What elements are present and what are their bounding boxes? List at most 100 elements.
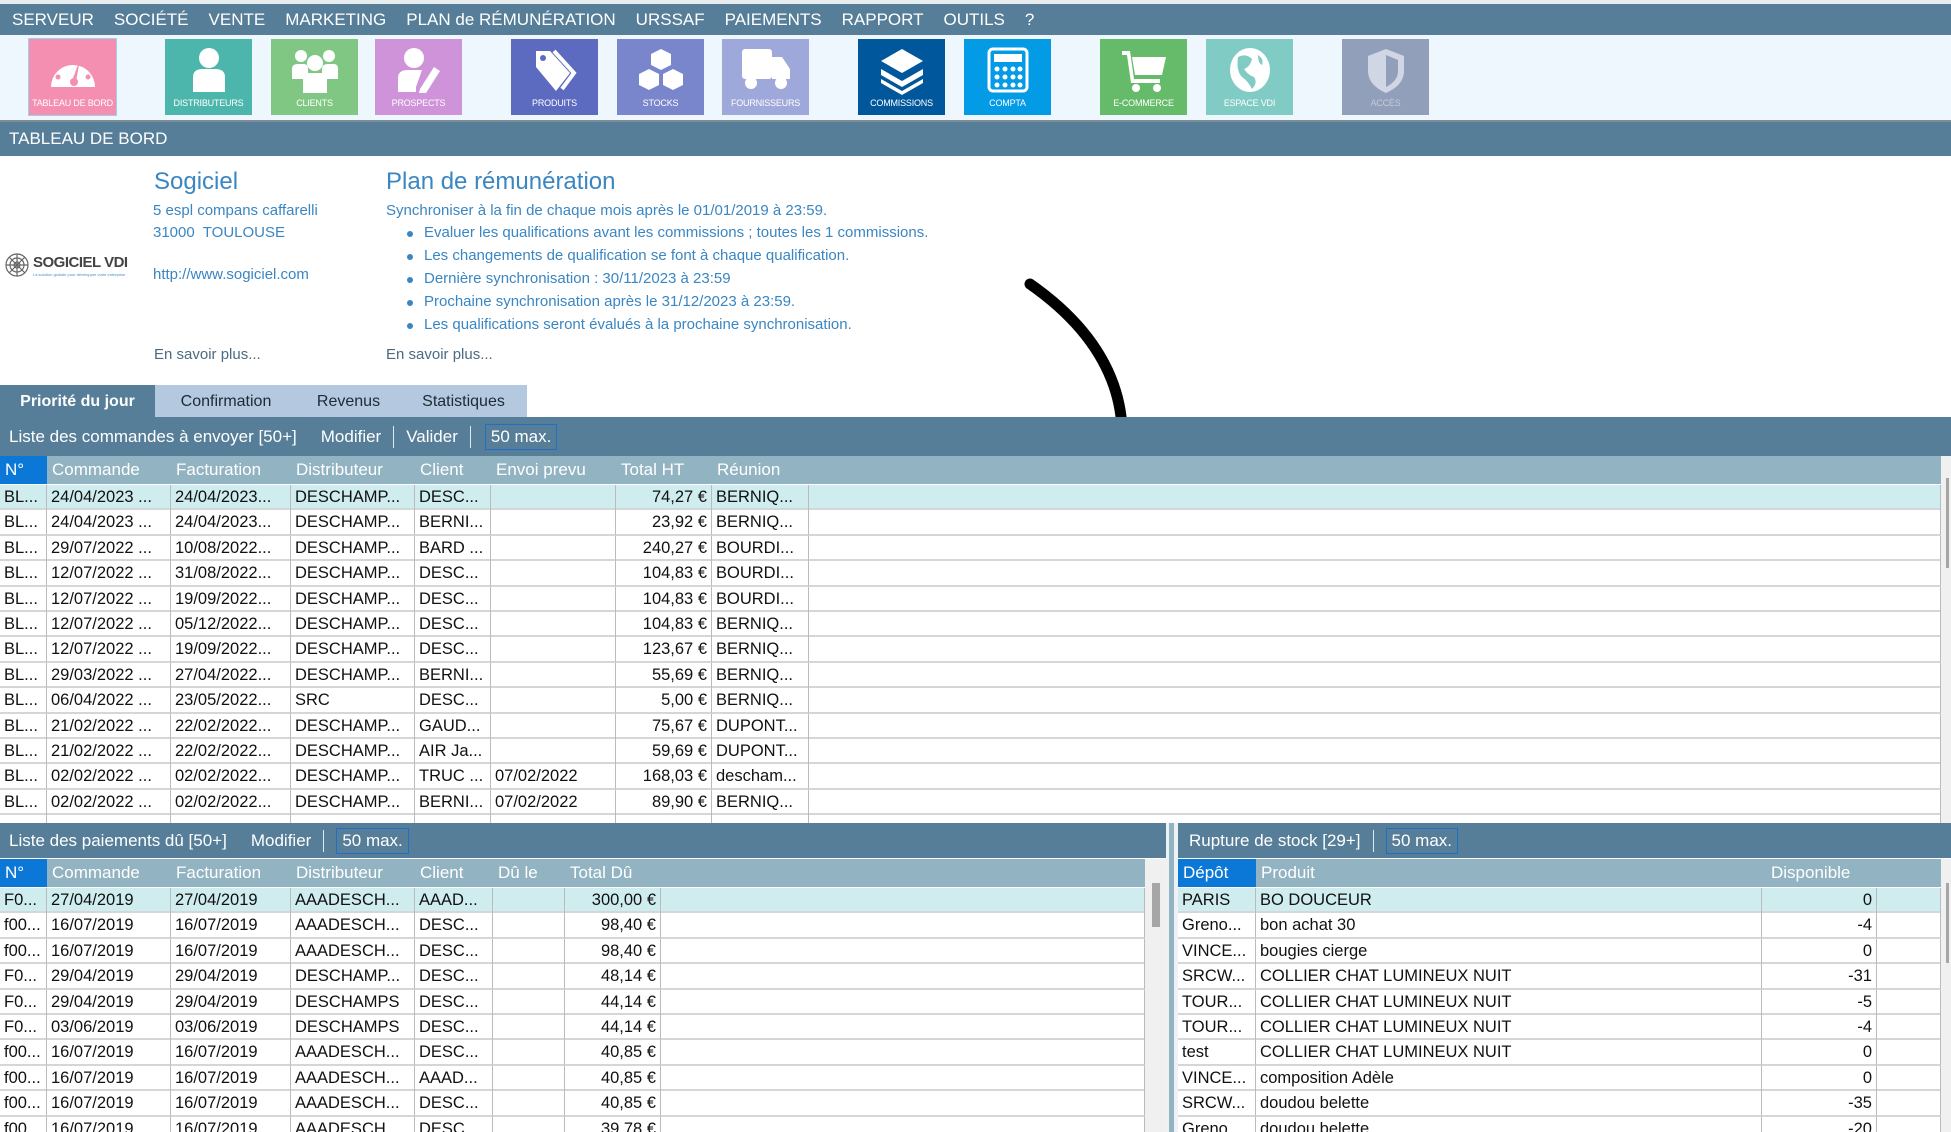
table-row[interactable]: BL... 24/04/2023 ... 24/04/2023... DESCHAMP…: [0, 485, 1941, 511]
table-row[interactable]: BL... 12/07/2022 ... 31/08/2022... DESCHAMP…: [0, 561, 1941, 587]
column-header[interactable]: Dépôt: [1178, 859, 1256, 887]
stock-max-button[interactable]: 50 max.: [1385, 827, 1459, 854]
scrollbar-thumb[interactable]: [1946, 883, 1949, 963]
column-header[interactable]: Total HT: [616, 456, 712, 484]
table-row[interactable]: SRCW... doudou belette -35: [1178, 1091, 1941, 1117]
table-row[interactable]: BL... 02/02/2022 ... 02/02/2022... DESCHAMP…: [0, 764, 1941, 790]
tab-statistiques[interactable]: Statistiques: [400, 385, 527, 417]
column-header[interactable]: Disponible: [1766, 859, 1855, 887]
table-row[interactable]: VINCE... composition Adèle 0: [1178, 1065, 1941, 1092]
tab-revenus[interactable]: Revenus: [297, 385, 400, 417]
table-row[interactable]: F0... 03/06/2019 03/06/2019 DESCHAMPS DESC..…: [0, 1015, 1145, 1041]
table-row[interactable]: F0... 29/04/2019 29/04/2019 DESCHAMPS DESC..…: [0, 989, 1145, 1015]
orders-max-button[interactable]: 50 max.: [484, 423, 558, 450]
table-row[interactable]: f00... 16/07/2019 16/07/2019 AAADESCH... DES…: [0, 1116, 1145, 1132]
payments-max-button[interactable]: 50 max.: [336, 827, 409, 854]
tile-espace-vdi[interactable]: ESPACE VDI: [1206, 39, 1293, 115]
menu-marketing[interactable]: MARKETING: [285, 10, 386, 30]
tile-acc-s[interactable]: ACCÈS: [1342, 39, 1429, 115]
table-row[interactable]: BL... 29/07/2022 ... 10/08/2022... DESCHAMP…: [0, 535, 1941, 562]
table-row[interactable]: BL... 12/07/2022 ... 05/12/2022... DESCHAMP…: [0, 612, 1941, 638]
company-more-link[interactable]: En savoir plus...: [154, 346, 261, 363]
tile-distributeurs[interactable]: DISTRIBUTEURS: [165, 39, 252, 115]
menu-societe[interactable]: SOCIÉTÉ: [114, 10, 189, 30]
table-row[interactable]: BL... 21/02/2022 ... 22/02/2022... DESCHAMP…: [0, 713, 1941, 739]
column-header[interactable]: Client: [415, 859, 493, 887]
tile-produits[interactable]: PRODUITS: [511, 39, 598, 115]
table-row[interactable]: F0... 29/04/2019 29/04/2019 DESCHAMP... DESC…: [0, 964, 1145, 990]
payments-modify-button[interactable]: Modifier: [251, 831, 311, 851]
table-row[interactable]: f00... 16/07/2019 16/07/2019 AAADESCH... DES…: [0, 1091, 1145, 1117]
table-row[interactable]: BL... 12/07/2022 ... 19/09/2022... DESCHAMP…: [0, 637, 1941, 663]
table-row[interactable]: SRCW... COLLIER CHAT LUMINEUX NUIT -31: [1178, 964, 1941, 990]
table-row[interactable]: BL... 02/02/2022 ... 02/02/2022... DESCHAMP…: [0, 789, 1941, 816]
table-row[interactable]: BL... 21/02/2022 ... 22/02/2022... DESCHAMP…: [0, 739, 1941, 765]
scrollbar-thumb[interactable]: [1946, 478, 1949, 568]
tile-tableau-de-bord[interactable]: TABLEAU DE BORD: [28, 38, 117, 116]
table-cell: 40,85 €: [565, 1065, 661, 1091]
orders-scrollbar[interactable]: [1941, 456, 1951, 823]
plan-more-link[interactable]: En savoir plus...: [386, 346, 493, 363]
column-header[interactable]: Client: [415, 456, 491, 484]
menu-outils[interactable]: OUTILS: [944, 10, 1005, 30]
menu-rapport[interactable]: RAPPORT: [842, 10, 924, 30]
table-row[interactable]: [0, 815, 1941, 823]
stock-scrollbar[interactable]: [1941, 859, 1951, 1132]
table-row[interactable]: TOUR... COLLIER CHAT LUMINEUX NUIT -5: [1178, 989, 1941, 1015]
table-row[interactable]: VINCE... bougies cierge 0: [1178, 938, 1941, 965]
column-header[interactable]: Distributeur: [291, 456, 415, 484]
column-header[interactable]: Commande: [47, 456, 171, 484]
table-row[interactable]: test COLLIER CHAT LUMINEUX NUIT 0: [1178, 1040, 1941, 1066]
column-header[interactable]: Facturation: [171, 859, 291, 887]
table-row[interactable]: BL... 12/07/2022 ... 19/09/2022... DESCHAMP…: [0, 586, 1941, 612]
column-header[interactable]: N°: [0, 859, 47, 887]
table-row[interactable]: BL... 24/04/2023 ... 24/04/2023... DESCHAMP…: [0, 510, 1941, 536]
tile-prospects[interactable]: PROSPECTS: [375, 39, 462, 115]
column-header[interactable]: Dû le: [493, 859, 565, 887]
tab-confirmation[interactable]: Confirmation: [155, 385, 297, 417]
table-row[interactable]: BL... 06/04/2022 ... 23/05/2022... SRC DESC.…: [0, 688, 1941, 714]
menu-plan-remuneration[interactable]: PLAN de RÉMUNÉRATION: [406, 10, 615, 30]
column-header[interactable]: Produit: [1256, 859, 1762, 887]
table-row[interactable]: Greno... doudou belette -20: [1178, 1116, 1941, 1132]
menu-help[interactable]: ?: [1025, 10, 1034, 30]
scrollbar-thumb[interactable]: [1152, 883, 1160, 927]
orders-modify-button[interactable]: Modifier: [321, 427, 381, 447]
tab-priorite-du-jour[interactable]: Priorité du jour: [0, 385, 155, 417]
tile-stocks[interactable]: STOCKS: [617, 39, 704, 115]
table-row[interactable]: f00... 16/07/2019 16/07/2019 AAADESCH... DES…: [0, 1040, 1145, 1066]
payments-scrollbar[interactable]: [1145, 859, 1166, 1132]
tile-clients[interactable]: CLIENTS: [271, 39, 358, 115]
table-cell: VINCE...: [1178, 938, 1256, 964]
table-row[interactable]: f00... 16/07/2019 16/07/2019 AAADESCH... DES…: [0, 938, 1145, 965]
menu-serveur[interactable]: SERVEUR: [12, 10, 94, 30]
logo-mandala-icon: [5, 253, 29, 277]
tile-fournisseurs[interactable]: FOURNISSEURS: [722, 39, 809, 115]
table-row[interactable]: BL... 29/03/2022 ... 27/04/2022... DESCHAMP…: [0, 662, 1941, 689]
table-row[interactable]: TOUR... COLLIER CHAT LUMINEUX NUIT -4: [1178, 1015, 1941, 1041]
tile-compta[interactable]: COMPTA: [964, 39, 1051, 115]
menu-urssaf[interactable]: URSSAF: [636, 10, 705, 30]
menu-paiements[interactable]: PAIEMENTS: [725, 10, 822, 30]
column-header[interactable]: Envoi prevu: [491, 456, 616, 484]
tile-e-commerce[interactable]: E-COMMERCE: [1100, 39, 1187, 115]
table-cell: 48,14 €: [565, 964, 661, 990]
menu-vente[interactable]: VENTE: [209, 10, 266, 30]
column-header[interactable]: Réunion: [712, 456, 809, 484]
column-header[interactable]: Facturation: [171, 456, 291, 484]
orders-validate-button[interactable]: Valider: [406, 427, 458, 447]
tile-label: PROSPECTS: [391, 98, 446, 108]
column-header[interactable]: Total Dû: [565, 859, 661, 887]
table-cell: [491, 662, 616, 688]
column-header[interactable]: N°: [0, 456, 47, 484]
pane-splitter[interactable]: [1166, 823, 1178, 1132]
table-row[interactable]: Greno... bon achat 30 -4: [1178, 913, 1941, 939]
company-website-link[interactable]: http://www.sogiciel.com: [153, 266, 309, 283]
table-row[interactable]: f00... 16/07/2019 16/07/2019 AAADESCH... DES…: [0, 913, 1145, 939]
tile-commissions[interactable]: COMMISSIONS: [858, 39, 945, 115]
table-row[interactable]: PARIS BO DOUCEUR 0: [1178, 888, 1941, 914]
column-header[interactable]: Commande: [47, 859, 171, 887]
column-header[interactable]: Distributeur: [291, 859, 415, 887]
table-row[interactable]: F0... 27/04/2019 27/04/2019 AAADESCH... AAAD…: [0, 888, 1145, 914]
table-row[interactable]: f00... 16/07/2019 16/07/2019 AAADESCH... AAA…: [0, 1065, 1145, 1092]
